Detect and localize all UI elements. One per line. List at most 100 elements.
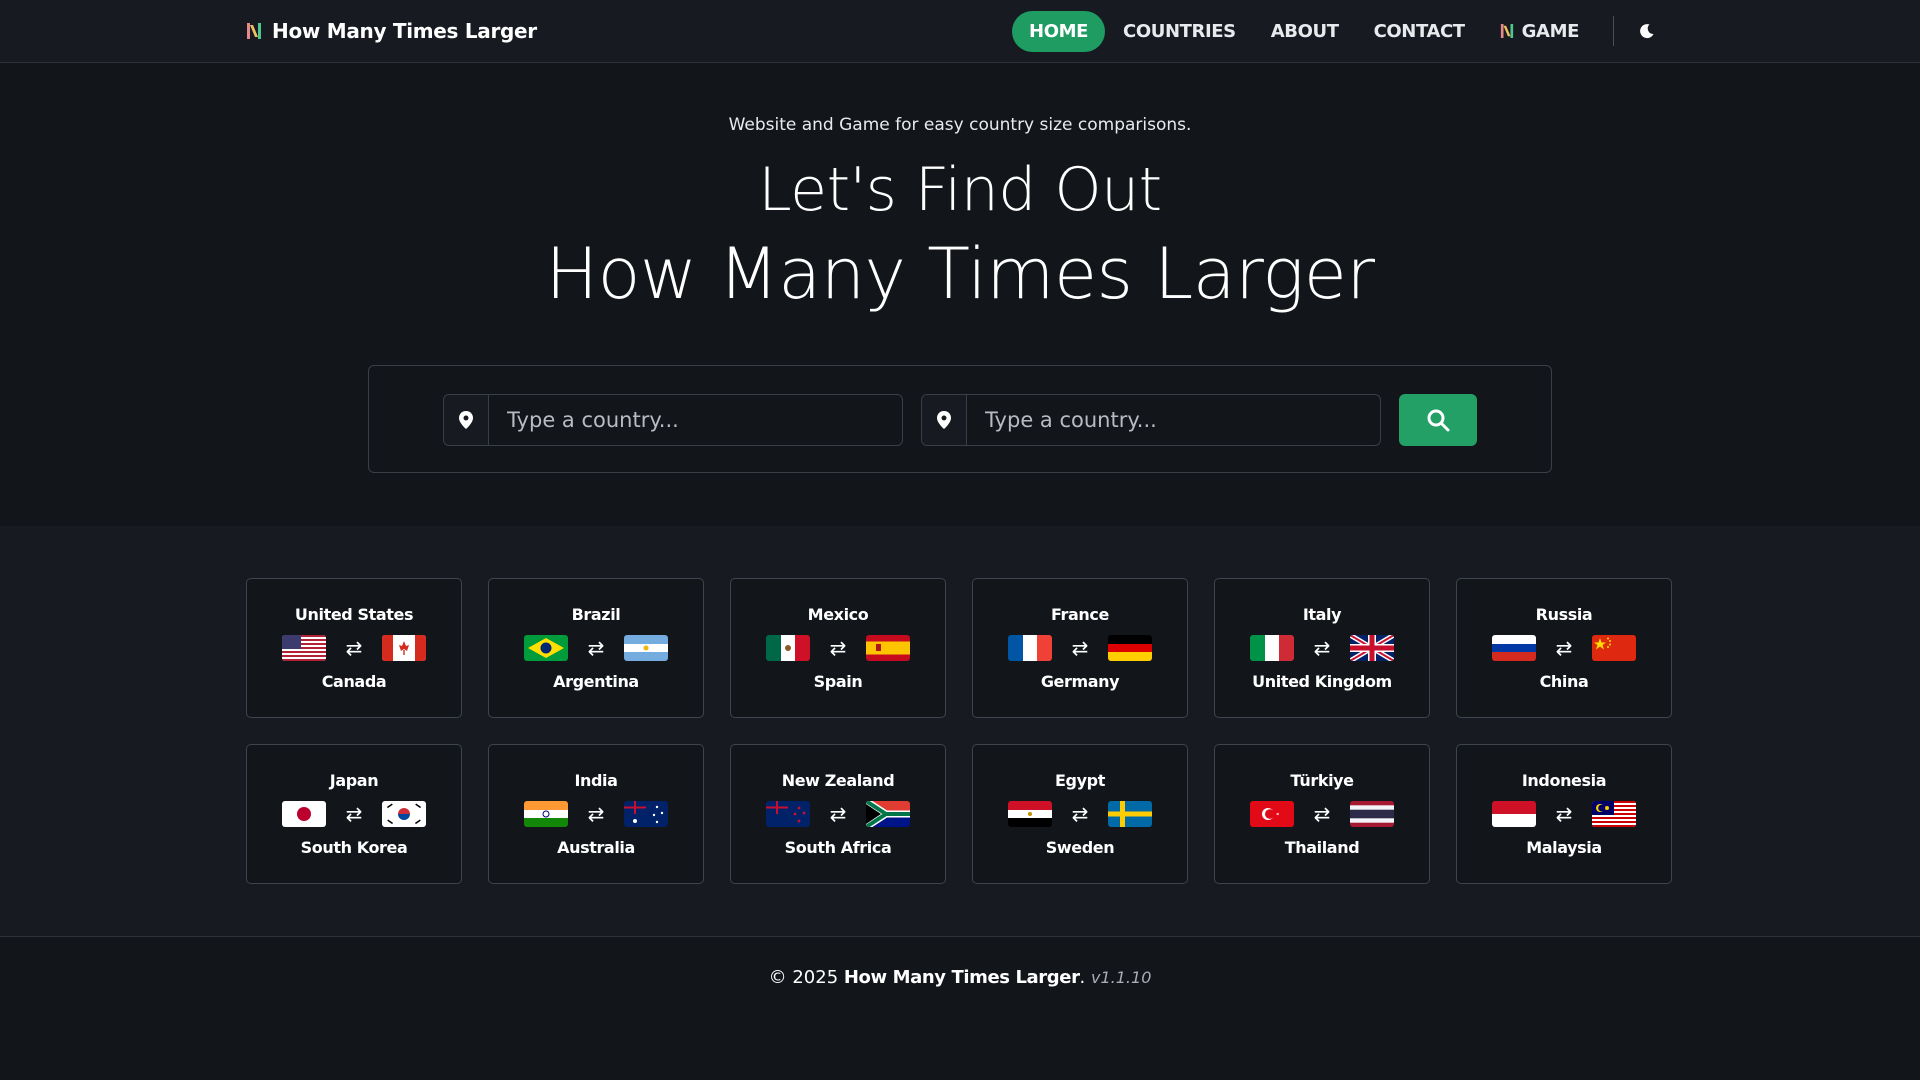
flag-us-icon bbox=[282, 635, 326, 661]
logo-icon bbox=[247, 23, 261, 39]
comparison-card[interactable]: Japan ⇄ South Korea bbox=[246, 744, 462, 884]
comparison-card[interactable]: Indonesia ⇄ Malaysia bbox=[1456, 744, 1672, 884]
popular-comparisons: United States ⇄ Canada Brazil ⇄ Argentin… bbox=[0, 526, 1920, 937]
swap-icon: ⇄ bbox=[1071, 636, 1089, 660]
comparison-card[interactable]: Russia ⇄ China bbox=[1456, 578, 1672, 718]
hero-title-line1: Let's Find Out bbox=[758, 155, 1162, 225]
nav-about[interactable]: ABOUT bbox=[1254, 11, 1356, 52]
nav-contact[interactable]: CONTACT bbox=[1357, 11, 1482, 52]
tagline: Website and Game for easy country size c… bbox=[728, 115, 1192, 135]
country-b: South Africa bbox=[784, 838, 892, 857]
flag-argentina-icon bbox=[624, 635, 668, 661]
country-a: Indonesia bbox=[1521, 771, 1607, 790]
flag-sweden-icon bbox=[1108, 801, 1152, 827]
comparison-card[interactable]: United States ⇄ Canada bbox=[246, 578, 462, 718]
swap-icon: ⇄ bbox=[1313, 636, 1331, 660]
swap-icon: ⇄ bbox=[829, 802, 847, 826]
flag-malaysia-icon bbox=[1592, 801, 1636, 827]
hero-section: Website and Game for easy country size c… bbox=[0, 63, 1920, 526]
country-input-2[interactable] bbox=[967, 395, 1380, 445]
theme-toggle[interactable] bbox=[1636, 20, 1658, 42]
flag-india-icon bbox=[524, 801, 568, 827]
footer-version: v1.1.10 bbox=[1091, 968, 1152, 987]
country-a: India bbox=[574, 771, 618, 790]
swap-icon: ⇄ bbox=[1071, 802, 1089, 826]
nav-countries[interactable]: COUNTRIES bbox=[1106, 11, 1253, 52]
country-a: Italy bbox=[1302, 605, 1342, 624]
flag-egypt-icon bbox=[1008, 801, 1052, 827]
flag-brazil-icon bbox=[524, 635, 568, 661]
flag-south-korea-icon bbox=[382, 801, 426, 827]
search-icon bbox=[1427, 409, 1450, 432]
map-pin-icon bbox=[459, 411, 473, 429]
country-b: Australia bbox=[557, 838, 635, 857]
swap-icon: ⇄ bbox=[1313, 802, 1331, 826]
nav-divider bbox=[1613, 16, 1614, 46]
country-b: Sweden bbox=[1045, 838, 1115, 857]
search-button[interactable] bbox=[1399, 394, 1477, 446]
country-input-1[interactable] bbox=[489, 395, 902, 445]
pin-addon-1 bbox=[444, 395, 489, 445]
nav-game-label: GAME bbox=[1521, 20, 1580, 42]
country-b: Germany bbox=[1040, 672, 1120, 691]
flag-turkiye-icon bbox=[1250, 801, 1294, 827]
comparison-card[interactable]: India ⇄ Australia bbox=[488, 744, 704, 884]
country-input-group-2 bbox=[921, 394, 1381, 446]
moon-icon bbox=[1640, 24, 1654, 39]
flag-new-zealand-icon bbox=[766, 801, 810, 827]
country-b: Argentina bbox=[553, 672, 639, 691]
country-a: Egypt bbox=[1055, 771, 1105, 790]
swap-icon: ⇄ bbox=[829, 636, 847, 660]
country-a: France bbox=[1051, 605, 1109, 624]
flag-spain-icon bbox=[866, 635, 910, 661]
flag-germany-icon bbox=[1108, 635, 1152, 661]
country-b: Thailand bbox=[1284, 838, 1360, 857]
country-b: Canada bbox=[321, 672, 387, 691]
flag-south-africa-icon bbox=[866, 801, 910, 827]
country-b: South Korea bbox=[300, 838, 408, 857]
footer-brand[interactable]: How Many Times Larger bbox=[844, 967, 1080, 988]
swap-icon: ⇄ bbox=[1555, 636, 1573, 660]
country-a: Russia bbox=[1535, 605, 1593, 624]
flag-france-icon bbox=[1008, 635, 1052, 661]
footer-copyright: © 2025 bbox=[768, 967, 839, 988]
footer-dot: . bbox=[1079, 967, 1086, 988]
swap-icon: ⇄ bbox=[345, 802, 363, 826]
swap-icon: ⇄ bbox=[1555, 802, 1573, 826]
main-nav: HOME COUNTRIES ABOUT CONTACT GAME bbox=[1012, 0, 1920, 62]
comparison-card[interactable]: Türkiye ⇄ Thailand bbox=[1214, 744, 1430, 884]
navbar: How Many Times Larger HOME COUNTRIES ABO… bbox=[0, 0, 1920, 63]
country-a: Mexico bbox=[807, 605, 869, 624]
flag-canada-icon bbox=[382, 635, 426, 661]
comparison-card[interactable]: New Zealand ⇄ South Africa bbox=[730, 744, 946, 884]
swap-icon: ⇄ bbox=[587, 802, 605, 826]
hero-title-line2: How Many Times Larger bbox=[545, 233, 1375, 315]
comparison-card[interactable]: France ⇄ Germany bbox=[972, 578, 1188, 718]
footer: © 2025 How Many Times Larger. v1.1.10 bbox=[0, 937, 1920, 988]
country-b: Spain bbox=[813, 672, 863, 691]
game-logo-icon bbox=[1500, 24, 1513, 38]
comparison-card[interactable]: Brazil ⇄ Argentina bbox=[488, 578, 704, 718]
map-pin-icon bbox=[937, 411, 951, 429]
flag-indonesia-icon bbox=[1492, 801, 1536, 827]
flag-japan-icon bbox=[282, 801, 326, 827]
country-b: China bbox=[1539, 672, 1589, 691]
country-a: Japan bbox=[329, 771, 379, 790]
pin-addon-2 bbox=[922, 395, 967, 445]
flag-australia-icon bbox=[624, 801, 668, 827]
flag-russia-icon bbox=[1492, 635, 1536, 661]
flag-china-icon bbox=[1592, 635, 1636, 661]
flag-italy-icon bbox=[1250, 635, 1294, 661]
country-a: New Zealand bbox=[781, 771, 895, 790]
country-b: United Kingdom bbox=[1252, 672, 1392, 691]
brand-link[interactable]: How Many Times Larger bbox=[246, 0, 537, 62]
country-a: Türkiye bbox=[1290, 771, 1354, 790]
comparison-card[interactable]: Mexico ⇄ Spain bbox=[730, 578, 946, 718]
comparison-card[interactable]: Egypt ⇄ Sweden bbox=[972, 744, 1188, 884]
swap-icon: ⇄ bbox=[587, 636, 605, 660]
country-b: Malaysia bbox=[1526, 838, 1602, 857]
comparison-card[interactable]: Italy ⇄ United Kingdom bbox=[1214, 578, 1430, 718]
flag-mexico-icon bbox=[766, 635, 810, 661]
nav-home[interactable]: HOME bbox=[1012, 10, 1106, 52]
nav-game[interactable]: GAME bbox=[1483, 11, 1596, 52]
